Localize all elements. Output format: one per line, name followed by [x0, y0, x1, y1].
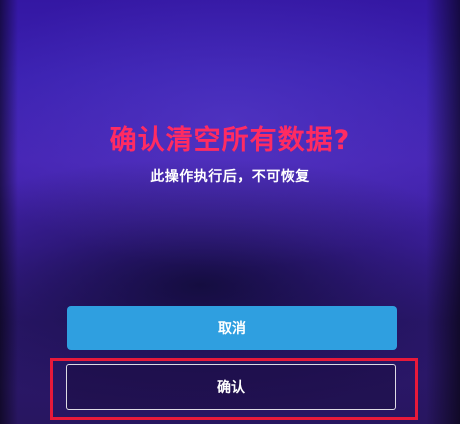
cancel-button-label: 取消	[218, 321, 246, 337]
dialog-title: 确认清空所有数据?	[109, 125, 351, 156]
screen-edge-left	[0, 0, 18, 424]
dialog-warning-text: 此操作执行后，不可恢复	[150, 169, 310, 185]
confirm-button[interactable]: 确认	[66, 364, 396, 410]
clear-data-confirm-screen: 确认清空所有数据? 此操作执行后，不可恢复 取消 确认	[0, 0, 460, 424]
cancel-button[interactable]: 取消	[67, 306, 397, 350]
confirm-button-label: 确认	[217, 380, 245, 396]
screen-edge-right	[426, 0, 460, 424]
